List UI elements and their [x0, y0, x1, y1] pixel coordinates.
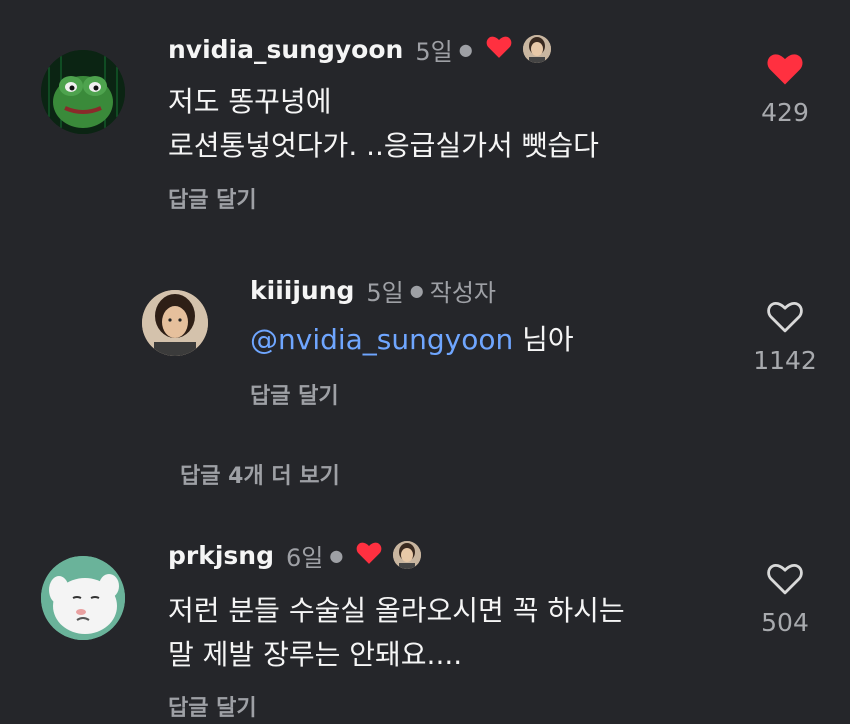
username[interactable]: kiiijung [250, 276, 354, 305]
comment-header: kiiijung 5일 ● 작성자 [250, 273, 496, 307]
comment-time: 5일 [366, 278, 404, 307]
comment-time: 5일 [415, 37, 453, 66]
comment-text-line: 말 제발 장루는 안돼요.... [168, 638, 463, 671]
pepe-frog-icon [41, 50, 125, 134]
like-count: 1142 [753, 346, 817, 375]
like-area: 504 [745, 562, 825, 637]
heart-outline-icon[interactable] [766, 300, 804, 338]
view-more-replies-button[interactable]: 답글 4개 더 보기 [180, 458, 340, 490]
comment-text-line: 저런 분들 수술실 올라오시면 꼭 하시는 [168, 594, 625, 627]
comment-text: 저런 분들 수술실 올라오시면 꼭 하시는 말 제발 장루는 안돼요.... [168, 589, 625, 677]
like-area: 429 [745, 52, 825, 127]
like-area: 1142 [745, 300, 825, 375]
comment-time: 6일 [286, 543, 324, 572]
username[interactable]: prkjsng [168, 541, 274, 570]
avatar[interactable] [41, 556, 125, 640]
person-avatar-icon [142, 290, 208, 356]
separator-dot: ● [329, 545, 344, 565]
author-mini-avatar [393, 541, 422, 569]
author-tag: 작성자 [429, 278, 496, 307]
author-mini-avatar [522, 35, 551, 63]
comments-thread: nvidia_sungyoon 5일 ● 저도 똥꾸녕에 로션통넣엇다가. ..… [0, 0, 850, 724]
reply-button[interactable]: 답글 달기 [168, 182, 257, 214]
avatar[interactable] [142, 290, 208, 356]
reply-button[interactable]: 답글 달기 [250, 378, 339, 410]
comment-text-line: 로션통넣엇다가. ..응급실가서 뺏습다 [168, 129, 599, 162]
comment-text: @nvidia_sungyoon 님아 [250, 318, 574, 362]
cartoon-dog-icon [41, 556, 125, 640]
author-liked-heart-icon [485, 35, 513, 63]
heart-filled-icon[interactable] [766, 52, 804, 90]
author-liked-heart-icon [355, 541, 383, 569]
reply-button[interactable]: 답글 달기 [168, 690, 257, 722]
like-count: 504 [761, 608, 809, 637]
comment-text-suffix: 님아 [513, 323, 574, 356]
comment-header: nvidia_sungyoon 5일 ● [168, 32, 551, 66]
avatar[interactable] [41, 50, 125, 134]
heart-outline-icon[interactable] [766, 562, 804, 600]
comment-text: 저도 똥꾸녕에 로션통넣엇다가. ..응급실가서 뺏습다 [168, 80, 599, 168]
comment-header: prkjsng 6일 ● [168, 538, 422, 572]
like-count: 429 [761, 98, 809, 127]
username[interactable]: nvidia_sungyoon [168, 35, 403, 64]
comment-text-line: 저도 똥꾸녕에 [168, 85, 332, 118]
separator-dot: ● [409, 280, 424, 300]
separator-dot: ● [458, 39, 473, 59]
mention-link[interactable]: @nvidia_sungyoon [250, 323, 513, 356]
